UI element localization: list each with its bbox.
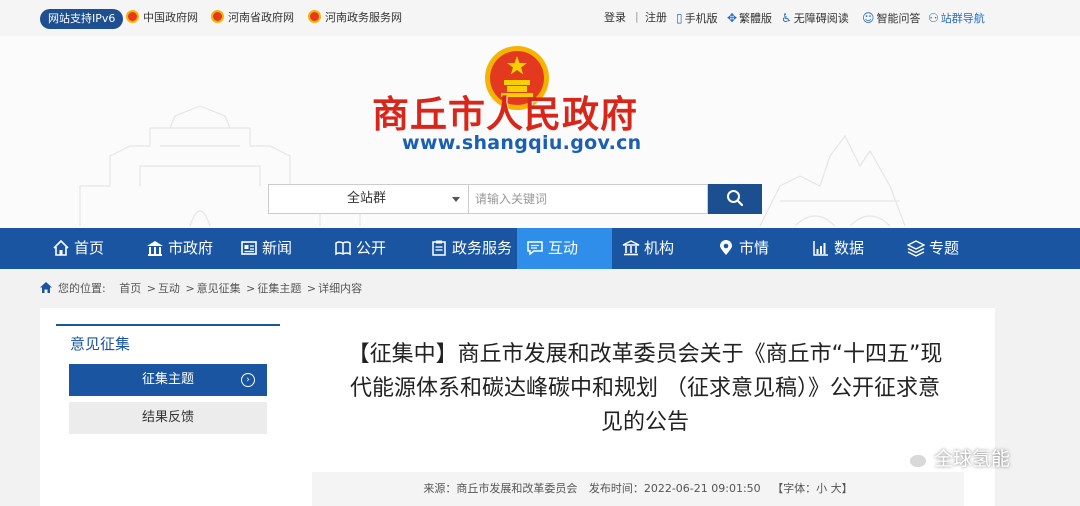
home-icon [53,239,69,256]
gov-link-label: 河南政务服务网 [325,11,402,24]
nav-item-topics[interactable]: 专题 [907,228,959,269]
accessibility-link[interactable]: ♿ 无障碍阅读 [781,10,849,26]
nav-label: 公开 [356,239,387,257]
breadcrumb: 您的位置: 首页 > 互动 > 意见征集 > 征集主题 > 详细内容 [40,280,362,298]
nav-label: 互动 [548,239,579,257]
national-emblem-icon [308,10,321,23]
mobile-icon: ▯ [676,11,683,25]
search-input[interactable] [468,184,708,214]
layers-icon [907,240,925,257]
top-bar: 网站支持IPv6 中国政府网 河南省政府网 河南政务服务网 登录 | 注册 ▯ 手… [0,0,1080,36]
search-scope-value: 全站群 [347,191,387,206]
watermark-label: 全球氢能 [934,448,1011,470]
site-group-nav-link[interactable]: ⚇ 站群导航 [928,10,985,26]
nav-label: 机构 [644,239,675,257]
nav-item-city-government[interactable]: 市政府 [146,228,213,269]
chat-bubble-icon [527,241,543,256]
gov-link-henan-service[interactable]: 河南政务服务网 [308,10,402,26]
home-icon [40,282,52,293]
breadcrumb-interaction[interactable]: 互动 [158,282,180,295]
site-url: www.shangqiu.gov.cn [402,132,642,154]
sidebar-item-label: 征集主题 [141,372,194,387]
smart-qa-label: 智能问答 [876,12,921,25]
national-emblem-icon [126,10,139,23]
nav-label: 首页 [74,239,105,257]
nav-item-data[interactable]: 数据 [812,228,864,269]
article-title: 【征集中】商丘市发展和改革委员会关于《商丘市“十四五”现代能源体系和碳达峰碳中和… [347,342,943,435]
news-icon [241,241,257,255]
nav-item-interaction[interactable]: 互动 [517,228,612,269]
open-book-icon [335,241,351,256]
nav-item-institutions[interactable]: 机构 [622,228,674,269]
breadcrumb-separator: > [306,282,317,295]
search-scope-select[interactable]: 全站群 [268,184,468,214]
gov-link-china[interactable]: 中国政府网 [126,10,198,26]
breadcrumb-separator: > [146,282,156,295]
bar-chart-icon [813,241,828,256]
article-source: 来源：商丘市发展和改革委员会 [423,482,578,495]
sidebar-item-label: 结果反馈 [141,410,194,425]
mobile-version-link[interactable]: ▯ 手机版 [676,10,718,26]
nav-item-home[interactable]: 首页 [52,228,104,269]
government-building-icon [147,241,163,256]
gov-link-henan[interactable]: 河南省政府网 [211,10,294,26]
wechat-watermark: 全球氢能 [896,442,1010,476]
nav-item-public[interactable]: 公开 [334,228,386,269]
site-group-nav-label: 站群导航 [940,12,985,25]
breadcrumb-home[interactable]: 首页 [119,282,141,295]
search-button[interactable] [708,184,762,214]
gov-link-label: 河南省政府网 [228,11,294,24]
nav-label: 专题 [929,239,960,257]
nav-label: 市情 [739,239,770,257]
search-icon [727,189,744,206]
gov-link-label: 中国政府网 [143,11,198,24]
accessibility-icon: ♿ [781,11,792,25]
robot-icon: ☺ [862,11,875,25]
national-emblem-icon [211,10,224,23]
nav-label: 政务服务 [452,239,513,257]
sidebar: 意见征集 [56,324,280,360]
sidebar-item-result-feedback[interactable]: 结果反馈 [69,402,267,434]
location-pin-icon [720,240,732,255]
nav-label: 市政府 [168,239,214,257]
traditional-icon: ✥ [727,11,738,25]
content-panel: 意见征集 征集主题 › 结果反馈 【征集中】商丘市发展和改革委员会关于《商丘市“… [40,308,995,506]
separator: | [635,10,639,23]
traditional-chinese-link[interactable]: ✥ 繁體版 [727,10,772,26]
site-title: 商丘市人民政府 [372,93,638,136]
sidebar-title: 意见征集 [56,324,280,360]
chevron-down-icon [452,197,460,202]
breadcrumb-prefix: 您的位置: [58,282,106,295]
site-group-icon: ⚇ [928,11,939,25]
clipboard-icon [432,240,446,256]
nav-label: 数据 [834,239,865,257]
nav-item-government-services[interactable]: 政务服务 [430,228,512,269]
breadcrumb-collection-topic[interactable]: 征集主题 [257,282,301,295]
article-publish-time: 发布时间：2022-06-21 09:01:50 [588,482,761,495]
accessibility-label: 无障碍阅读 [793,12,849,25]
nav-item-city-info[interactable]: 市情 [717,228,769,269]
article-meta: 来源：商丘市发展和改革委员会 发布时间：2022-06-21 09:01:50 … [312,472,964,506]
ipv6-badge: 网站支持IPv6 [40,9,124,29]
breadcrumb-separator: > [246,282,256,295]
wechat-icon [897,446,928,469]
main-nav: 首页 市政府 新闻 公开 政务服务 互动 机构 市情 数据 专题 [0,228,1080,269]
nav-item-news[interactable]: 新闻 [240,228,292,269]
nav-label: 新闻 [262,239,293,257]
traditional-chinese-label: 繁體版 [739,12,773,25]
smart-qa-link[interactable]: ☺ 智能问答 [862,10,921,26]
breadcrumb-separator: > [185,282,195,295]
site-header: 商丘市人民政府 www.shangqiu.gov.cn 全站群 [0,36,1080,228]
register-link[interactable]: 注册 [645,10,667,26]
mobile-version-label: 手机版 [684,12,718,25]
breadcrumb-detail: 详细内容 [318,282,363,295]
font-size-control[interactable]: 【字体：小 大】 [772,482,853,495]
breadcrumb-opinion-collection[interactable]: 意见征集 [197,282,241,295]
sidebar-item-collection-topic[interactable]: 征集主题 › [69,364,267,396]
chevron-right-icon: › [241,373,255,387]
institution-icon [622,240,640,256]
login-link[interactable]: 登录 [604,10,626,26]
